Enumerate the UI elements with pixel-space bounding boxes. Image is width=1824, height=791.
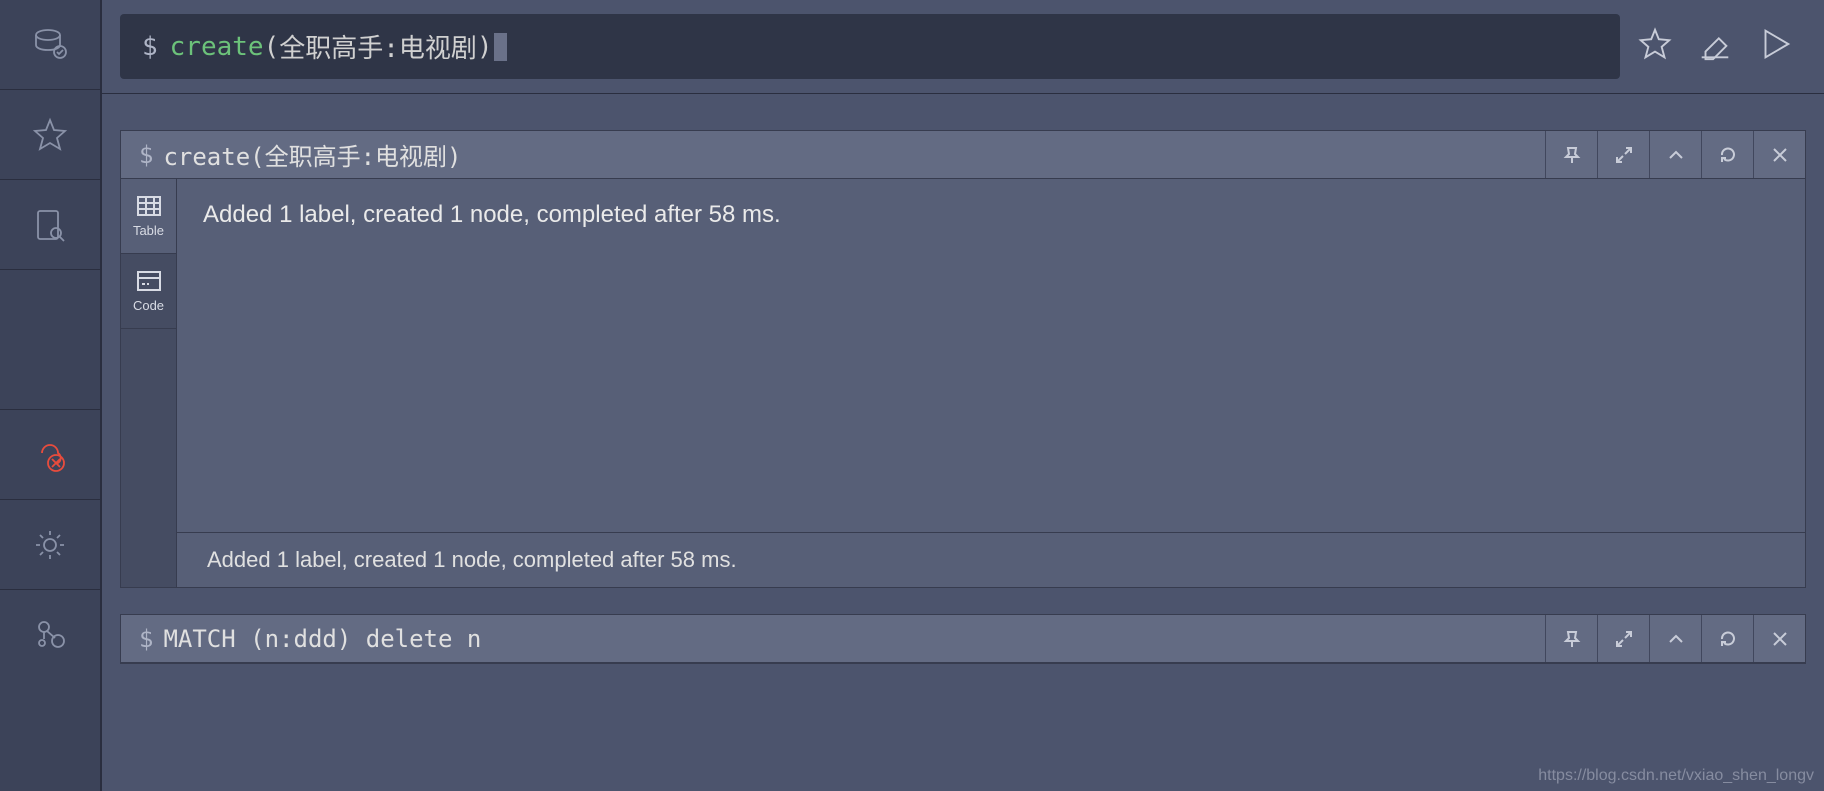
result-header-actions <box>1545 131 1805 178</box>
sidebar-spacer <box>0 270 100 410</box>
sidebar-relations-icon[interactable] <box>0 590 100 680</box>
collapse-button[interactable] <box>1649 615 1701 662</box>
expand-button[interactable] <box>1597 131 1649 178</box>
main-area: $ create(全职高手:电视剧) $ create(全职高手:电视剧) <box>102 0 1824 791</box>
sidebar-star-icon[interactable] <box>0 90 100 180</box>
result-body: Table Code Added 1 label, created 1 node… <box>121 179 1805 587</box>
sidebar-document-search-icon[interactable] <box>0 180 100 270</box>
code-args: 全职高手:电视剧 <box>279 28 477 65</box>
editor-prompt: $ <box>142 32 158 62</box>
rerun-button[interactable] <box>1701 615 1753 662</box>
code-paren-open: ( <box>264 32 280 62</box>
favorite-button[interactable] <box>1636 25 1674 68</box>
query-editor-input[interactable]: $ create(全职高手:电视剧) <box>120 14 1620 79</box>
result-header-actions <box>1545 615 1805 662</box>
pin-button[interactable] <box>1545 131 1597 178</box>
collapse-button[interactable] <box>1649 131 1701 178</box>
run-button[interactable] <box>1756 25 1794 68</box>
cursor-icon <box>494 33 507 61</box>
sidebar-database-icon[interactable] <box>0 0 100 90</box>
result-content: Added 1 label, created 1 node, completed… <box>177 179 1805 587</box>
sidebar-settings-icon[interactable] <box>0 500 100 590</box>
view-tab-code[interactable]: Code <box>121 254 176 329</box>
query-editor-row: $ create(全职高手:电视剧) <box>102 0 1824 94</box>
code-keyword: create <box>170 32 264 62</box>
pin-button[interactable] <box>1545 615 1597 662</box>
close-button[interactable] <box>1753 615 1805 662</box>
left-sidebar <box>0 0 102 791</box>
close-button[interactable] <box>1753 131 1805 178</box>
view-tab-label: Code <box>133 298 164 313</box>
code-paren-close: ) <box>477 32 493 62</box>
result-panel-0: $ create(全职高手:电视剧) <box>120 130 1806 588</box>
sidebar-cloud-error-icon[interactable] <box>0 410 100 500</box>
result-query-text: $ create(全职高手:电视剧) <box>121 137 462 172</box>
result-footer: Added 1 label, created 1 node, completed… <box>177 532 1805 587</box>
result-query-text: $ MATCH (n:ddd) delete n <box>121 625 481 653</box>
editor-actions <box>1636 25 1806 68</box>
result-header: $ create(全职高手:电视剧) <box>121 131 1805 179</box>
rerun-button[interactable] <box>1701 131 1753 178</box>
view-tab-table[interactable]: Table <box>121 179 176 254</box>
result-message: Added 1 label, created 1 node, completed… <box>177 179 1805 532</box>
result-panel-1: $ MATCH (n:ddd) delete n <box>120 614 1806 664</box>
view-tabs: Table Code <box>121 179 177 587</box>
result-header: $ MATCH (n:ddd) delete n <box>121 615 1805 663</box>
clear-button[interactable] <box>1696 25 1734 68</box>
expand-button[interactable] <box>1597 615 1649 662</box>
view-tab-label: Table <box>133 223 164 238</box>
